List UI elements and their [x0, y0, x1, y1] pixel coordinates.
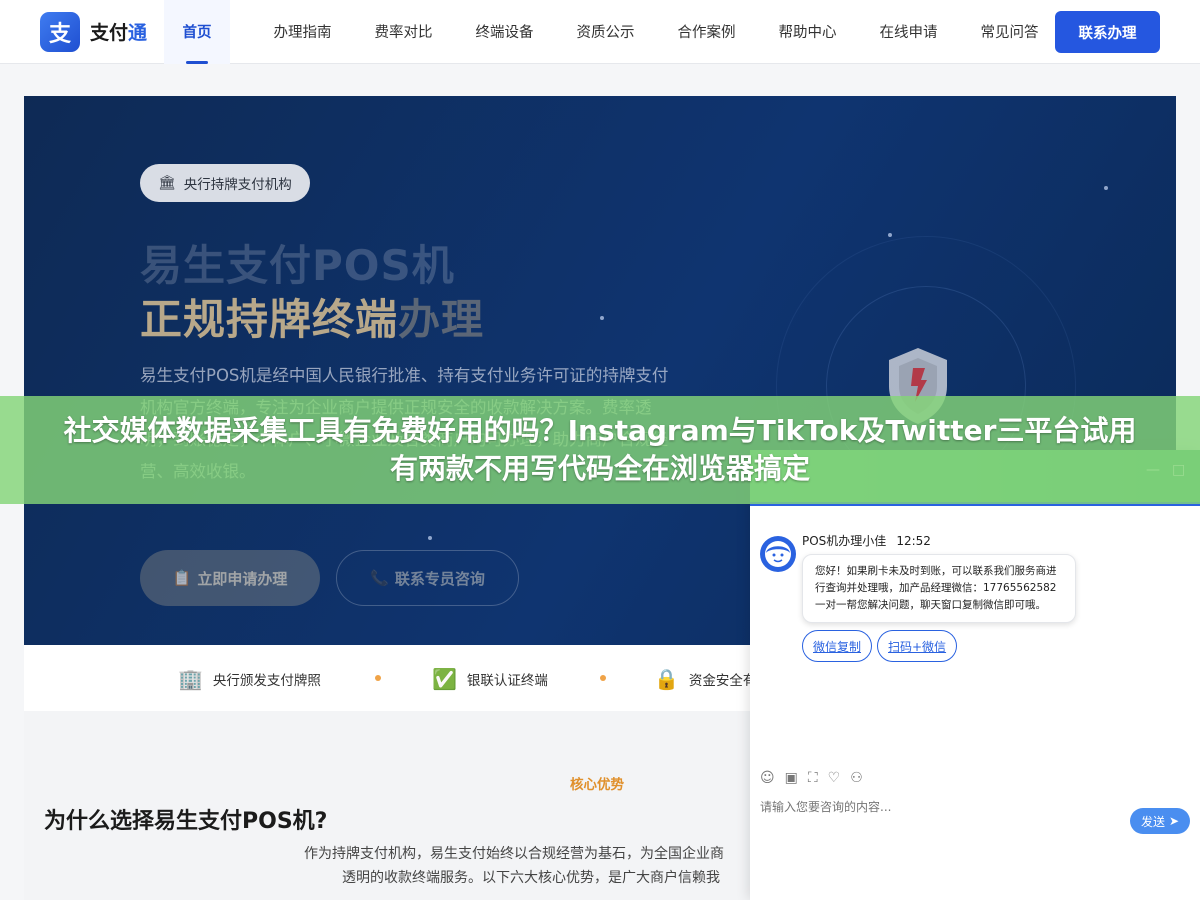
overlay-banner: 社交媒体数据采集工具有免费好用的吗？Instagram与TikTok及Twitt…	[0, 396, 1200, 504]
nav-item-home[interactable]: 首页	[164, 0, 230, 64]
agent-message: 您好！如果刷卡未及时到账，可以联系我们服务商进行查询并处理哦，加产品经理微信：1…	[802, 554, 1076, 623]
hero-title-line2: 正规持牌终端办理	[140, 295, 485, 344]
nav-item-apply[interactable]: 在线申请	[858, 0, 959, 64]
emoji-icon[interactable]: ☺	[760, 770, 775, 786]
lock-icon: 🔒	[654, 667, 679, 691]
nav-item-faq[interactable]: 常见问答	[959, 0, 1060, 64]
copy-wechat-button[interactable]: 微信复制	[802, 630, 873, 662]
nav-item-rates[interactable]: 费率对比	[353, 0, 454, 64]
agent-face-icon	[765, 541, 791, 567]
nav-item-credentials[interactable]: 资质公示	[555, 0, 656, 64]
trust-item-security: 🔒 资金安全有	[654, 667, 757, 691]
license-badge: 🏛 央行持牌支付机构	[140, 164, 310, 202]
contact-button[interactable]: 联系办理	[1055, 11, 1160, 53]
trust-item-unionpay: ✅ 银联认证终端	[432, 667, 548, 691]
hero-decoration-dot	[600, 316, 604, 320]
rating-icon[interactable]: ♡	[828, 770, 841, 786]
section-title: 为什么选择易生支付POS机?	[44, 809, 328, 834]
chat-message-input[interactable]	[760, 800, 1120, 814]
send-button[interactable]: 发送 ➤	[1130, 808, 1190, 834]
main-menu: 首页 办理指南 费率对比 终端设备 资质公示 合作案例 帮助中心 在线申请 常见…	[164, 0, 1060, 64]
building-icon: 🏢	[178, 667, 203, 691]
section-description: 作为持牌支付机构，易生支付始终以合规经营为基石，为全国企业商	[304, 846, 724, 862]
nav-item-help[interactable]: 帮助中心	[757, 0, 858, 64]
hero-title-line1: 易生支付POS机	[140, 241, 455, 290]
apply-now-button[interactable]: 📋 立即申请办理	[140, 550, 320, 606]
send-icon: ➤	[1168, 814, 1180, 828]
agent-meta: POS机办理小佳 12:52	[802, 534, 931, 548]
trust-item-license: 🏢 央行颁发支付牌照	[178, 667, 321, 691]
phone-icon: 📞	[370, 569, 389, 587]
brand-name: 支付通	[90, 22, 148, 44]
image-icon[interactable]: ▣	[785, 770, 798, 786]
scan-wechat-button[interactable]: 扫码+微信	[877, 630, 958, 662]
section-description: 透明的收款终端服务。以下六大核心优势，是广大商户信赖我	[342, 870, 720, 886]
chat-toolbar: ☺ ▣ ⛶ ♡ ⚇	[760, 770, 863, 786]
check-icon: ✅	[432, 667, 457, 691]
brand-logo[interactable]: 支 支付通	[40, 11, 164, 52]
chat-messages: POS机办理小佳 12:52 您好！如果刷卡未及时到账，可以联系我们服务商进行查询…	[750, 510, 1200, 760]
nav-item-guide[interactable]: 办理指南	[252, 0, 353, 64]
chat-widget: — □ POS机办理小佳12:52 您好！如果刷卡未及时到账，可以联系我们服务商…	[750, 450, 1200, 900]
transfer-icon[interactable]: ⚇	[850, 770, 863, 786]
separator-dot	[600, 675, 606, 681]
separator-dot	[375, 675, 381, 681]
brand-mark-icon: 支	[40, 11, 80, 52]
nav-item-cases[interactable]: 合作案例	[656, 0, 757, 64]
banner-headline: 社交媒体数据采集工具有免费好用的吗？Instagram与TikTok及Twitt…	[63, 414, 1137, 485]
consult-button[interactable]: 📞 联系专员咨询	[336, 550, 519, 606]
hero-decoration-dot	[428, 536, 432, 540]
agent-avatar	[760, 536, 796, 572]
top-navigation: 支 支付通 首页 办理指南 费率对比 终端设备 资质公示 合作案例 帮助中心 在…	[0, 0, 1200, 64]
hero-decoration-dot	[1104, 186, 1108, 190]
document-icon: 📋	[172, 569, 192, 587]
hero-decoration-dot	[888, 233, 892, 237]
nav-item-devices[interactable]: 终端设备	[454, 0, 555, 64]
bank-icon: 🏛	[158, 175, 176, 191]
section-kicker: 核心优势	[570, 777, 624, 793]
screenshot-icon[interactable]: ⛶	[808, 770, 818, 786]
